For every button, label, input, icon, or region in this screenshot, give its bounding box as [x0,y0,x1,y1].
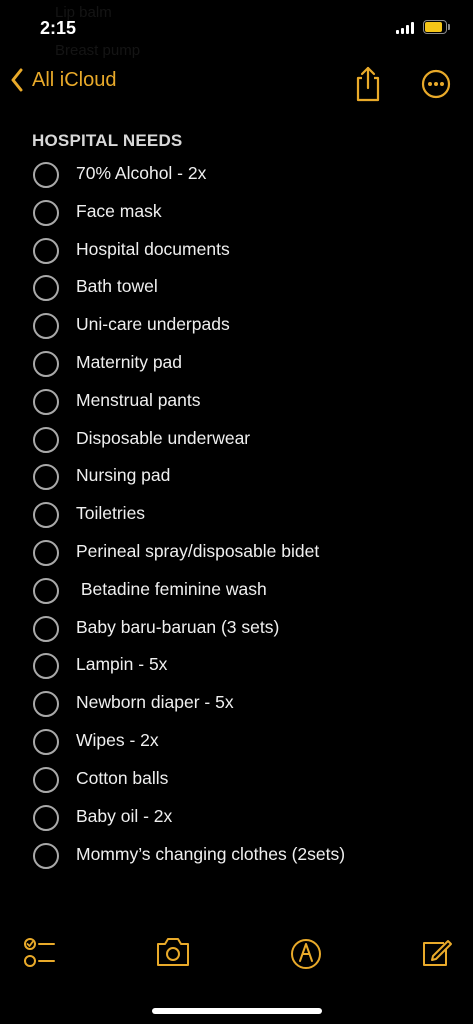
checklist-item-label[interactable]: 70% Alcohol - 2x [76,163,206,184]
checklist-item-label[interactable]: Cotton balls [76,768,168,789]
back-button[interactable]: All iCloud [10,68,116,92]
camera-icon [157,938,189,966]
navigation-bar: All iCloud [0,60,473,108]
checklist-item[interactable]: Baby baru-baruan (3 sets) [0,609,473,647]
checklist-item[interactable]: Menstrual pants [0,382,473,420]
checkbox-circle-icon[interactable] [33,464,59,490]
checklist-item-label[interactable]: Toiletries [76,503,145,524]
chevron-left-icon [11,68,23,92]
checkbox-circle-icon[interactable] [33,616,59,642]
compose-button[interactable] [417,930,457,974]
checklist-item[interactable]: Toiletries [0,495,473,533]
checkbox-circle-icon[interactable] [33,805,59,831]
checklist-item-label[interactable]: Baby oil - 2x [76,806,172,827]
camera-button[interactable] [153,930,193,974]
checklist-button[interactable] [20,930,60,974]
checklist-icon [24,938,55,967]
checklist-item[interactable]: Betadine feminine wash [0,571,473,609]
checkbox-circle-icon[interactable] [33,767,59,793]
checkbox-circle-icon[interactable] [33,691,59,717]
checkbox-circle-icon[interactable] [33,313,59,339]
checkbox-circle-icon[interactable] [33,351,59,377]
cellular-signal-icon [396,22,416,34]
share-icon [356,66,380,102]
checkbox-circle-icon[interactable] [33,162,59,188]
checklist-item[interactable]: Mommy’s changing clothes (2sets) [0,836,473,874]
checklist-item[interactable]: Hospital documents [0,231,473,269]
share-button[interactable] [352,64,384,104]
markup-button[interactable] [286,930,326,974]
checklist-item[interactable]: Nursing pad [0,457,473,495]
checklist-item-label[interactable]: Menstrual pants [76,390,201,411]
checklist-item-label[interactable]: Hospital documents [76,239,230,260]
checklist-item[interactable]: Wipes - 2x [0,722,473,760]
ellipsis-circle-icon [421,69,451,99]
checklist-item[interactable]: Newborn diaper - 5x [0,684,473,722]
checklist-item[interactable]: 70% Alcohol - 2x [0,155,473,193]
checklist-item-label[interactable]: Face mask [76,201,162,222]
checklist-item-label[interactable]: Mommy’s changing clothes (2sets) [76,844,345,865]
back-label: All iCloud [32,68,117,91]
checkbox-circle-icon[interactable] [33,389,59,415]
checklist-item[interactable]: Face mask [0,193,473,231]
checklist-item[interactable]: Cotton balls [0,760,473,798]
checklist-item-label[interactable]: Bath towel [76,276,158,297]
checkbox-circle-icon[interactable] [33,502,59,528]
checkbox-circle-icon[interactable] [33,578,59,604]
home-indicator[interactable] [152,1008,322,1014]
more-button[interactable] [420,68,452,100]
checklist-item-label[interactable]: Lampin - 5x [76,654,167,675]
status-time: 2:15 [40,18,77,38]
checklist-item[interactable]: Maternity pad [0,344,473,382]
checkbox-circle-icon[interactable] [33,540,59,566]
checkbox-circle-icon[interactable] [33,275,59,301]
checklist-item[interactable]: Perineal spray/disposable bidet [0,533,473,571]
checklist-item-label[interactable]: Newborn diaper - 5x [76,692,234,713]
status-bar: Lip balm Breast pump 2:15 [0,0,473,59]
checkbox-circle-icon[interactable] [33,238,59,264]
note-title[interactable]: HOSPITAL NEEDS [32,131,182,151]
checklist-item-label[interactable]: Betadine feminine wash [76,579,267,600]
checklist-item[interactable]: Disposable underwear [0,420,473,458]
checklist-item-label[interactable]: Wipes - 2x [76,730,159,751]
checklist-item[interactable]: Uni-care underpads [0,306,473,344]
background-text-line: Breast pump [55,42,141,59]
checklist-item-label[interactable]: Perineal spray/disposable bidet [76,541,319,562]
checkbox-circle-icon[interactable] [33,843,59,869]
checklist-item[interactable]: Bath towel [0,268,473,306]
checkbox-circle-icon[interactable] [33,653,59,679]
checkbox-circle-icon[interactable] [33,729,59,755]
compose-icon [423,940,452,966]
checklist-item[interactable]: Baby oil - 2x [0,798,473,836]
checklist-item-label[interactable]: Disposable underwear [76,428,250,449]
checkbox-circle-icon[interactable] [33,200,59,226]
markup-pen-icon [291,939,321,969]
checkbox-circle-icon[interactable] [33,427,59,453]
checklist-item-label[interactable]: Maternity pad [76,352,182,373]
battery-icon [423,20,451,36]
bottom-toolbar [0,930,473,980]
checklist-item-label[interactable]: Baby baru-baruan (3 sets) [76,617,279,638]
checklist-item-label[interactable]: Uni-care underpads [76,314,230,335]
checklist-item[interactable]: Lampin - 5x [0,646,473,684]
checklist-item-label[interactable]: Nursing pad [76,465,170,486]
